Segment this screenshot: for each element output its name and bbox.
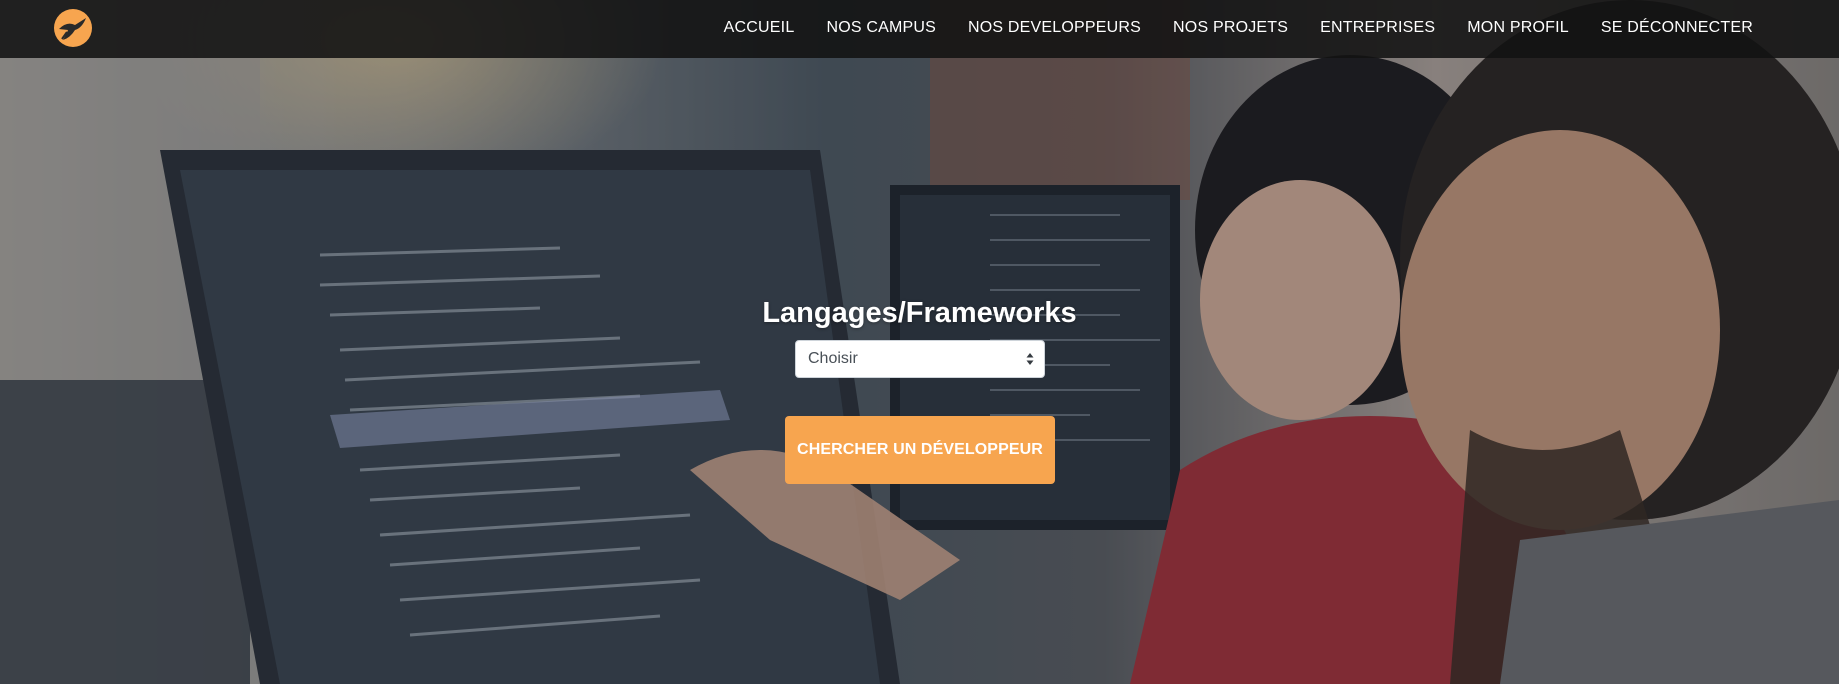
nav-item-entreprises: ENTREPRISES (1320, 19, 1435, 37)
nav-item-nos-campus: NOS CAMPUS (826, 19, 936, 37)
nav-item-se-deconnecter: SE DÉCONNECTER (1601, 19, 1753, 37)
developer-search-form: Langages/Frameworks Choisir CHERCHER UN … (0, 0, 1839, 684)
nav-item-accueil: ACCUEIL (724, 19, 795, 37)
bird-logo-icon (54, 9, 92, 47)
nav-item-nos-projets: NOS PROJETS (1173, 19, 1288, 37)
home-logo-link[interactable] (53, 8, 93, 48)
nav-link-accueil[interactable]: ACCUEIL (724, 19, 795, 36)
nav-item-nos-developpeurs: NOS DEVELOPPEURS (968, 19, 1141, 37)
nav-link-mon-profil[interactable]: MON PROFIL (1467, 19, 1569, 36)
nav-link-nos-campus[interactable]: NOS CAMPUS (826, 19, 936, 36)
nav-link-nos-projets[interactable]: NOS PROJETS (1173, 19, 1288, 36)
page: ACCUEIL NOS CAMPUS NOS DEVELOPPEURS NOS … (0, 0, 1839, 687)
select-selected-value: Choisir (808, 350, 858, 367)
select-arrows-icon (1026, 353, 1034, 365)
nav-item-mon-profil: MON PROFIL (1467, 19, 1569, 37)
nav-link-nos-developpeurs[interactable]: NOS DEVELOPPEURS (968, 19, 1141, 36)
nav-link-entreprises[interactable]: ENTREPRISES (1320, 19, 1435, 36)
nav-link-se-deconnecter[interactable]: SE DÉCONNECTER (1601, 19, 1753, 36)
navbar: ACCUEIL NOS CAMPUS NOS DEVELOPPEURS NOS … (0, 0, 1839, 58)
language-framework-select[interactable]: Choisir (795, 340, 1045, 378)
nav-menu: ACCUEIL NOS CAMPUS NOS DEVELOPPEURS NOS … (692, 0, 1753, 56)
search-title: Langages/Frameworks (762, 297, 1077, 329)
search-developer-button[interactable]: CHERCHER UN DÉVELOPPEUR (785, 416, 1055, 484)
